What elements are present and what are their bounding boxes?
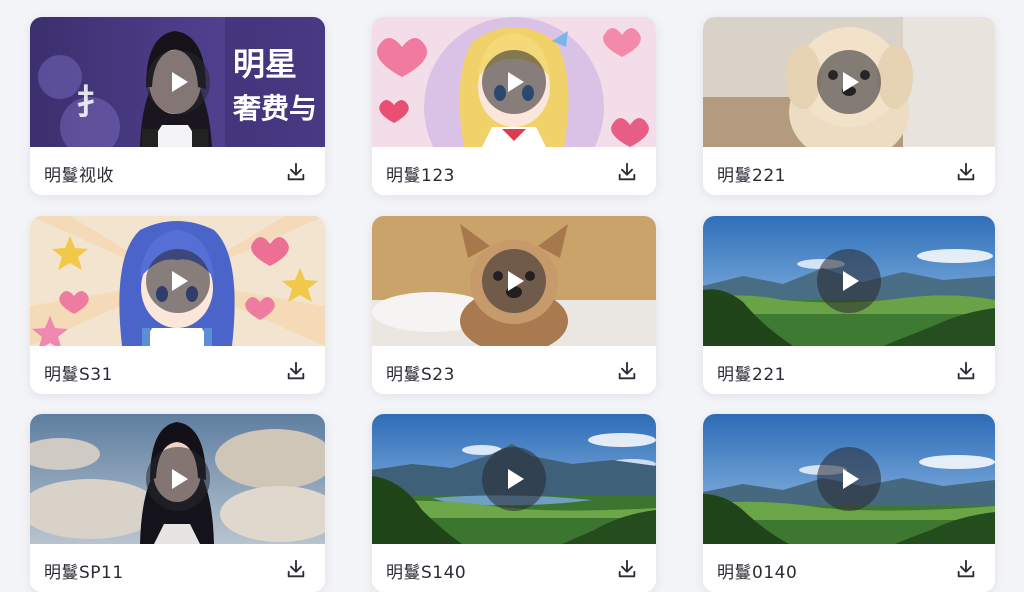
download-button[interactable] xyxy=(614,358,640,384)
play-icon xyxy=(834,464,864,494)
play-button[interactable] xyxy=(817,50,881,114)
video-title: 明鬘123 xyxy=(386,166,455,186)
card-footer: 明鬘123 xyxy=(372,147,656,195)
play-button[interactable] xyxy=(817,447,881,511)
download-icon xyxy=(955,161,977,183)
play-icon xyxy=(499,464,529,494)
play-icon xyxy=(834,266,864,296)
video-thumbnail[interactable] xyxy=(703,17,995,147)
video-thumbnail[interactable] xyxy=(372,414,656,544)
thumbnail-logo: 扌 xyxy=(76,83,110,123)
play-button[interactable] xyxy=(482,447,546,511)
video-title: 明鬘221 xyxy=(717,166,786,186)
play-button[interactable] xyxy=(145,249,210,313)
video-thumbnail[interactable] xyxy=(703,414,995,544)
play-icon xyxy=(834,67,864,97)
play-button[interactable] xyxy=(482,50,546,114)
download-button[interactable] xyxy=(283,358,309,384)
video-title: 明鬘0140 xyxy=(717,563,798,583)
video-card[interactable]: 明鬘221 xyxy=(703,17,995,195)
card-footer: 明鬘S140 xyxy=(372,544,656,592)
play-icon xyxy=(499,266,529,296)
video-grid: 明星 奢费与 扌 明鬘视收 明鬘123 明鬘221 明鬘S31 明鬘S23 明鬘… xyxy=(0,0,1024,592)
video-thumbnail[interactable] xyxy=(30,414,325,544)
card-footer: 明鬘SP11 xyxy=(30,544,325,592)
video-title: 明鬘221 xyxy=(717,365,786,385)
download-icon xyxy=(616,360,638,382)
card-footer: 明鬘221 xyxy=(703,346,995,394)
video-title: 明鬘S140 xyxy=(386,563,467,583)
card-footer: 明鬘0140 xyxy=(703,544,995,592)
download-button[interactable] xyxy=(953,358,979,384)
play-icon xyxy=(163,266,193,296)
thumbnail-caption: 奢费与 xyxy=(233,92,318,125)
download-icon xyxy=(285,360,307,382)
thumbnail-caption: 明星 xyxy=(233,45,298,83)
download-icon xyxy=(285,161,307,183)
video-card[interactable]: 明星 奢费与 扌 明鬘视收 xyxy=(30,17,325,195)
video-title: 明鬘SP11 xyxy=(44,563,124,583)
download-icon xyxy=(616,558,638,580)
video-thumbnail[interactable]: 明星 奢费与 扌 xyxy=(30,17,325,147)
video-card[interactable]: 明鬘0140 xyxy=(703,414,995,592)
play-icon xyxy=(163,67,193,97)
card-footer: 明鬘S23 xyxy=(372,346,656,394)
video-thumbnail[interactable] xyxy=(372,17,656,147)
card-footer: 明鬘S31 xyxy=(30,346,325,394)
play-button[interactable] xyxy=(817,249,881,313)
video-card[interactable]: 明鬘221 xyxy=(703,216,995,394)
download-button[interactable] xyxy=(283,159,309,185)
download-button[interactable] xyxy=(953,556,979,582)
play-button[interactable] xyxy=(145,50,210,114)
video-card[interactable]: 明鬘S140 xyxy=(372,414,656,592)
download-button[interactable] xyxy=(614,556,640,582)
play-icon xyxy=(499,67,529,97)
video-card[interactable]: 明鬘S23 xyxy=(372,216,656,394)
card-footer: 明鬘视收 xyxy=(30,147,325,195)
video-title: 明鬘视收 xyxy=(44,166,114,186)
download-icon xyxy=(616,161,638,183)
play-icon xyxy=(163,464,193,494)
download-button[interactable] xyxy=(283,556,309,582)
download-button[interactable] xyxy=(953,159,979,185)
video-thumbnail[interactable] xyxy=(30,216,325,346)
video-title: 明鬘S31 xyxy=(44,365,113,385)
download-icon xyxy=(955,360,977,382)
download-icon xyxy=(955,558,977,580)
download-icon xyxy=(285,558,307,580)
video-card[interactable]: 明鬘SP11 xyxy=(30,414,325,592)
video-card[interactable]: 明鬘S31 xyxy=(30,216,325,394)
play-button[interactable] xyxy=(482,249,546,313)
video-thumbnail[interactable] xyxy=(372,216,656,346)
play-button[interactable] xyxy=(145,447,210,511)
video-card[interactable]: 明鬘123 xyxy=(372,17,656,195)
download-button[interactable] xyxy=(614,159,640,185)
card-footer: 明鬘221 xyxy=(703,147,995,195)
video-title: 明鬘S23 xyxy=(386,365,455,385)
video-thumbnail[interactable] xyxy=(703,216,995,346)
